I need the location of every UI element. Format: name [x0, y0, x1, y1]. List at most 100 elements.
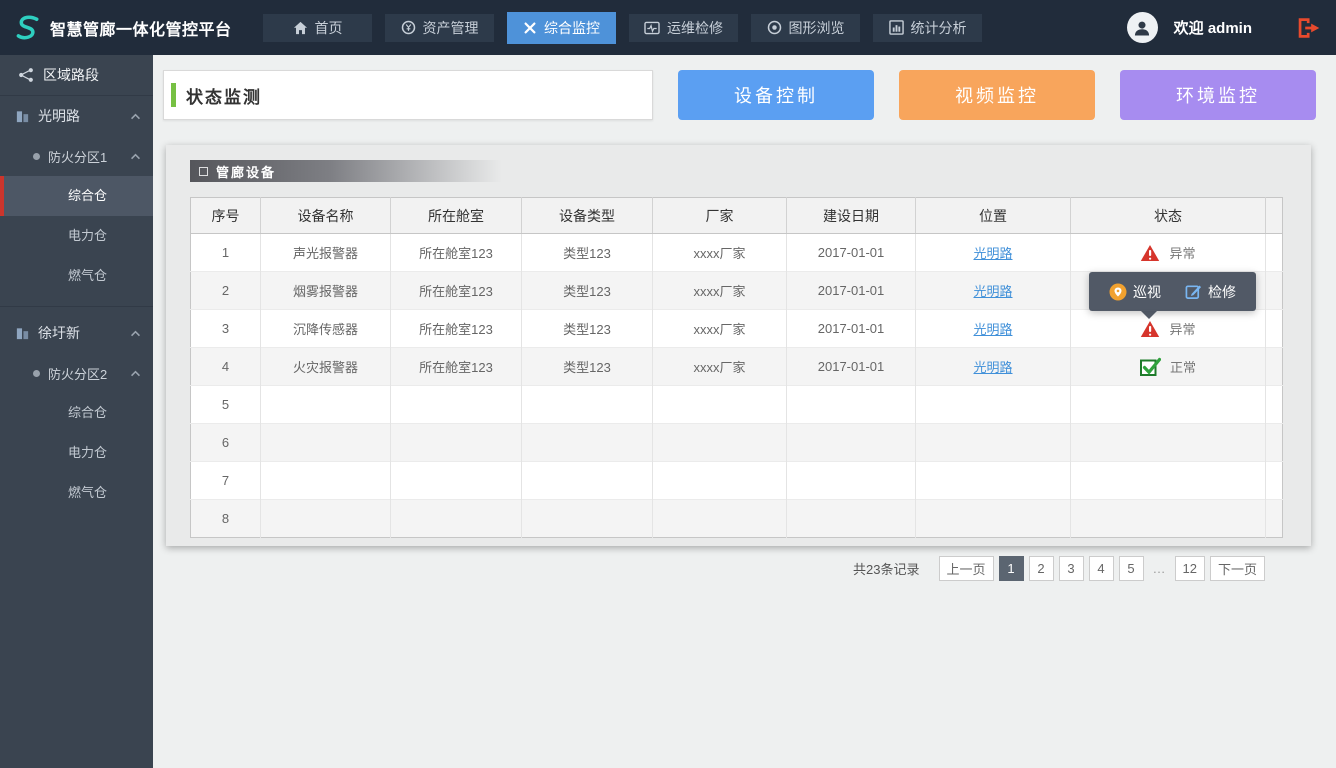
table-spacer-cell: [1266, 386, 1283, 424]
col-header: 设备类型: [522, 198, 653, 234]
zone-label: 防火分区1: [48, 147, 107, 166]
cell-vendor: [653, 500, 787, 538]
cell-vendor: xxxx厂家: [653, 234, 787, 272]
col-header: 所在舱室: [391, 198, 522, 234]
nav-label: 运维检修: [667, 18, 723, 38]
location-link[interactable]: 光明路: [973, 322, 1012, 337]
building-icon: [15, 326, 30, 341]
device-control-button[interactable]: 设备控制: [678, 70, 874, 120]
page-button[interactable]: 4: [1089, 556, 1114, 581]
cell-device-name: 烟雾报警器: [261, 272, 391, 310]
green-accent-bar: [171, 83, 176, 107]
nav-item-maintenance[interactable]: 运维检修: [629, 14, 738, 42]
table-row: 6: [191, 424, 1283, 462]
logout-icon[interactable]: [1296, 17, 1322, 39]
col-header: 建设日期: [787, 198, 916, 234]
avatar[interactable]: [1127, 12, 1158, 43]
sidebar-item[interactable]: 综合仓: [0, 176, 153, 216]
top-header: 智慧管廊一体化管控平台 首页 资产管理 综合监控 运维检修 图形浏览: [0, 0, 1336, 55]
pulse-icon: [644, 21, 660, 35]
cell-type: [522, 500, 653, 538]
top-nav: 首页 资产管理 综合监控 运维检修 图形浏览 统计分析: [263, 12, 982, 44]
cell-device-name: [261, 424, 391, 462]
status-monitor-title: 状态监测: [186, 83, 262, 108]
cell-serial: 8: [191, 500, 261, 538]
prev-page-button[interactable]: 上一页: [939, 556, 994, 581]
scope-icon: [767, 20, 782, 35]
table-header-row: 序号 设备名称 所在舱室 设备类型 厂家 建设日期 位置 状态: [191, 198, 1283, 234]
cell-status: 异常: [1071, 310, 1266, 348]
zone-label: 防火分区2: [48, 364, 107, 383]
cell-status: [1071, 500, 1266, 538]
nav-label: 资产管理: [423, 18, 479, 38]
main-content: 状态监测 设备控制 视频监控 环境监控 管廊设备 序号 设备名称: [153, 55, 1336, 768]
cell-type: [522, 462, 653, 500]
location-link[interactable]: 光明路: [973, 284, 1012, 299]
cell-location: [916, 462, 1071, 500]
sidebar: 区域路段 光明路 防火分区1 综合仓 电力仓 燃气仓 徐圩新: [0, 55, 153, 768]
bullet-icon: [33, 370, 40, 377]
status-text: 正常: [1170, 357, 1196, 376]
video-monitor-button[interactable]: 视频监控: [899, 70, 1095, 120]
status-text: 异常: [1169, 243, 1195, 262]
pagination: 共23条记录 上一页 1 2 3 4 5 … 12 下一页: [153, 556, 1265, 581]
sidebar-item[interactable]: 燃气仓: [0, 256, 153, 296]
table-row: 7: [191, 462, 1283, 500]
chevron-up-icon[interactable]: [130, 153, 141, 160]
nav-label: 统计分析: [911, 18, 967, 38]
page-button[interactable]: 12: [1175, 556, 1205, 581]
cell-type: 类型123: [522, 234, 653, 272]
nav-item-monitoring[interactable]: 综合监控: [507, 12, 616, 44]
chevron-up-icon[interactable]: [130, 330, 141, 337]
table-spacer-cell: [1266, 272, 1283, 310]
cell-status: 正常: [1071, 348, 1266, 386]
sidebar-zone-item[interactable]: 防火分区1: [0, 136, 153, 176]
table-spacer-cell: [1266, 424, 1283, 462]
patrol-label: 巡视: [1133, 282, 1161, 302]
nav-item-assets[interactable]: 资产管理: [385, 14, 494, 42]
logo-area: 智慧管廊一体化管控平台: [0, 14, 263, 42]
cell-date: 2017-01-01: [787, 348, 916, 386]
app-window: 智慧管廊一体化管控平台 首页 资产管理 综合监控 运维检修 图形浏览: [0, 0, 1336, 768]
env-monitor-button[interactable]: 环境监控: [1120, 70, 1316, 120]
warning-icon: [1140, 320, 1160, 338]
location-link[interactable]: 光明路: [973, 246, 1012, 261]
sidebar-item[interactable]: 综合仓: [0, 393, 153, 433]
sidebar-item[interactable]: 电力仓: [0, 216, 153, 256]
bar-chart-icon: [889, 20, 904, 35]
cell-type: 类型123: [522, 348, 653, 386]
cell-date: 2017-01-01: [787, 272, 916, 310]
cell-device-name: [261, 386, 391, 424]
cell-serial: 7: [191, 462, 261, 500]
user-area: 欢迎 admin: [1127, 12, 1336, 43]
sidebar-road-item[interactable]: 光明路: [0, 96, 153, 136]
panel-title: 管廊设备: [216, 162, 276, 181]
cell-vendor: [653, 462, 787, 500]
cell-room: 所在舱室123: [391, 234, 522, 272]
patrol-button[interactable]: 巡视: [1109, 282, 1161, 302]
page-button[interactable]: 3: [1059, 556, 1084, 581]
edit-icon: [1185, 283, 1202, 300]
page-button[interactable]: 2: [1029, 556, 1054, 581]
chevron-up-icon[interactable]: [130, 113, 141, 120]
sidebar-zone-item[interactable]: 防火分区2: [0, 353, 153, 393]
repair-button[interactable]: 检修: [1185, 282, 1236, 302]
cell-serial: 4: [191, 348, 261, 386]
location-link[interactable]: 光明路: [973, 360, 1012, 375]
page-button-active[interactable]: 1: [999, 556, 1024, 581]
sidebar-item[interactable]: 燃气仓: [0, 473, 153, 513]
cell-type: [522, 424, 653, 462]
nav-item-statistics[interactable]: 统计分析: [873, 14, 982, 42]
sidebar-road-item[interactable]: 徐圩新: [0, 313, 153, 353]
nav-item-graphics[interactable]: 图形浏览: [751, 14, 860, 42]
table-spacer-cell: [1266, 500, 1283, 538]
chevron-up-icon[interactable]: [130, 370, 141, 377]
cell-room: [391, 500, 522, 538]
col-header: 序号: [191, 198, 261, 234]
repair-label: 检修: [1208, 282, 1236, 302]
next-page-button[interactable]: 下一页: [1210, 556, 1265, 581]
nav-item-home[interactable]: 首页: [263, 14, 372, 42]
sidebar-item[interactable]: 电力仓: [0, 433, 153, 473]
page-ellipsis[interactable]: …: [1149, 561, 1170, 576]
page-button[interactable]: 5: [1119, 556, 1144, 581]
